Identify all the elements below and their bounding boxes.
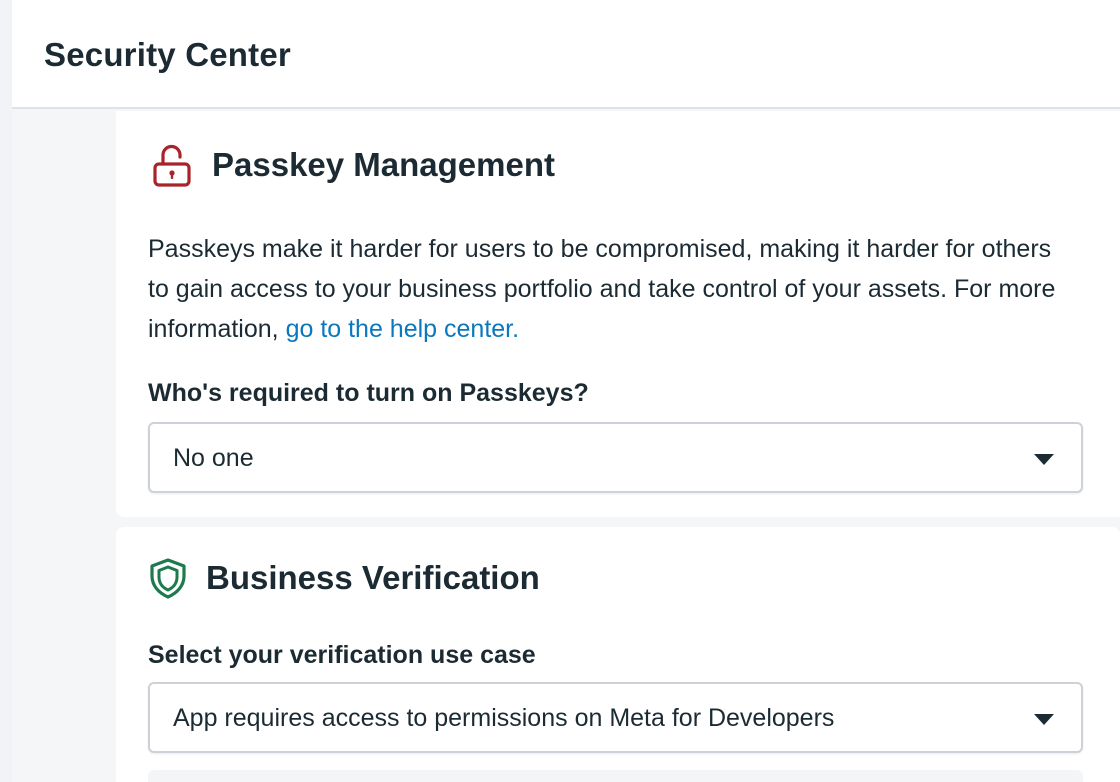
help-center-link[interactable]: go to the help center. <box>286 315 520 343</box>
passkey-management-card: Passkey Management Passkeys make it hard… <box>116 111 1120 517</box>
passkey-card-header: Passkey Management <box>152 143 555 187</box>
page-header: Security Center <box>12 0 1120 109</box>
verification-card-header: Business Verification <box>148 557 540 599</box>
unlocked-padlock-icon <box>152 143 192 187</box>
passkey-requirement-value: No one <box>173 444 254 472</box>
verification-card-title: Business Verification <box>206 559 540 596</box>
page-title: Security Center <box>44 36 291 73</box>
passkey-requirement-select[interactable]: No one <box>148 422 1083 493</box>
caret-down-icon <box>1034 714 1054 725</box>
verification-use-case-select[interactable]: App requires access to permissions on Me… <box>148 682 1083 753</box>
business-verification-card: Business Verification Select your verifi… <box>116 527 1120 782</box>
verification-use-case-label: Select your verification use case <box>148 641 536 669</box>
passkey-requirement-label: Who's required to turn on Passkeys? <box>148 379 589 407</box>
next-section-edge <box>148 770 1083 782</box>
passkey-description: Passkeys make it harder for users to be … <box>148 229 1078 349</box>
passkey-card-title: Passkey Management <box>212 146 556 183</box>
security-center-page: Security Center Passkey Management Passk… <box>12 0 1120 782</box>
passkey-description-text: Passkeys make it harder for users to be … <box>148 235 1056 343</box>
shield-icon <box>148 557 188 599</box>
verification-use-case-value: App requires access to permissions on Me… <box>173 704 835 732</box>
caret-down-icon <box>1034 454 1054 465</box>
